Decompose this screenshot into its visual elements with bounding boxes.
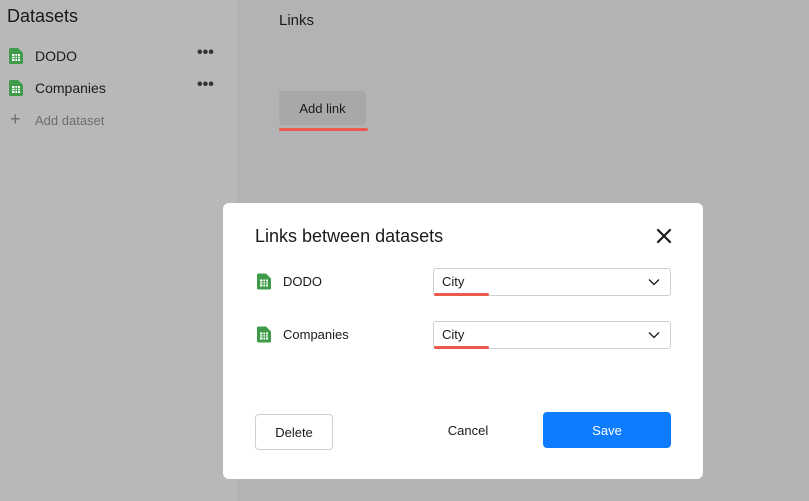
cancel-button[interactable]: Cancel [428, 412, 508, 448]
select-value: City [442, 327, 465, 342]
dataset-label: Companies [283, 327, 349, 342]
field-select[interactable]: City [433, 268, 671, 296]
highlight-underline [434, 293, 489, 296]
sidebar-item-companies[interactable]: Companies ••• [0, 72, 237, 104]
highlight-underline [434, 346, 489, 349]
modal-title: Links between datasets [255, 226, 444, 246]
spreadsheet-icon [257, 273, 271, 290]
more-options-icon[interactable]: ••• [197, 76, 214, 94]
spreadsheet-icon [9, 48, 23, 64]
spreadsheet-icon [9, 80, 23, 96]
field-select[interactable]: City [433, 321, 671, 349]
plus-icon: + [10, 109, 21, 129]
sidebar-item-label: Companies [35, 80, 106, 96]
close-icon [656, 228, 672, 244]
chevron-down-icon [648, 279, 660, 286]
close-button[interactable] [653, 225, 675, 247]
links-title: Links [279, 12, 315, 29]
chevron-down-icon [648, 332, 660, 339]
delete-button[interactable]: Delete [255, 414, 333, 450]
select-value: City [442, 274, 465, 289]
more-options-icon[interactable]: ••• [197, 44, 214, 62]
sidebar-item-label: DODO [35, 48, 77, 64]
links-modal: Links between datasets DODO City Compani… [223, 203, 703, 479]
add-link-button[interactable]: Add link [279, 91, 366, 125]
highlight-underline [279, 128, 368, 131]
spreadsheet-icon [257, 326, 271, 343]
add-dataset-label: Add dataset [35, 113, 105, 128]
add-dataset-button[interactable]: + Add dataset [0, 104, 237, 136]
save-button[interactable]: Save [543, 412, 671, 448]
link-row-dodo: DODO City [255, 268, 671, 298]
app-root: Datasets DODO ••• Companies ••• + Add da… [0, 0, 809, 501]
sidebar-title: Datasets [7, 6, 79, 26]
datasets-sidebar: Datasets DODO ••• Companies ••• + Add da… [0, 0, 237, 501]
dataset-label: DODO [283, 274, 322, 289]
link-row-companies: Companies City [255, 321, 671, 351]
sidebar-item-dodo[interactable]: DODO ••• [0, 40, 237, 72]
